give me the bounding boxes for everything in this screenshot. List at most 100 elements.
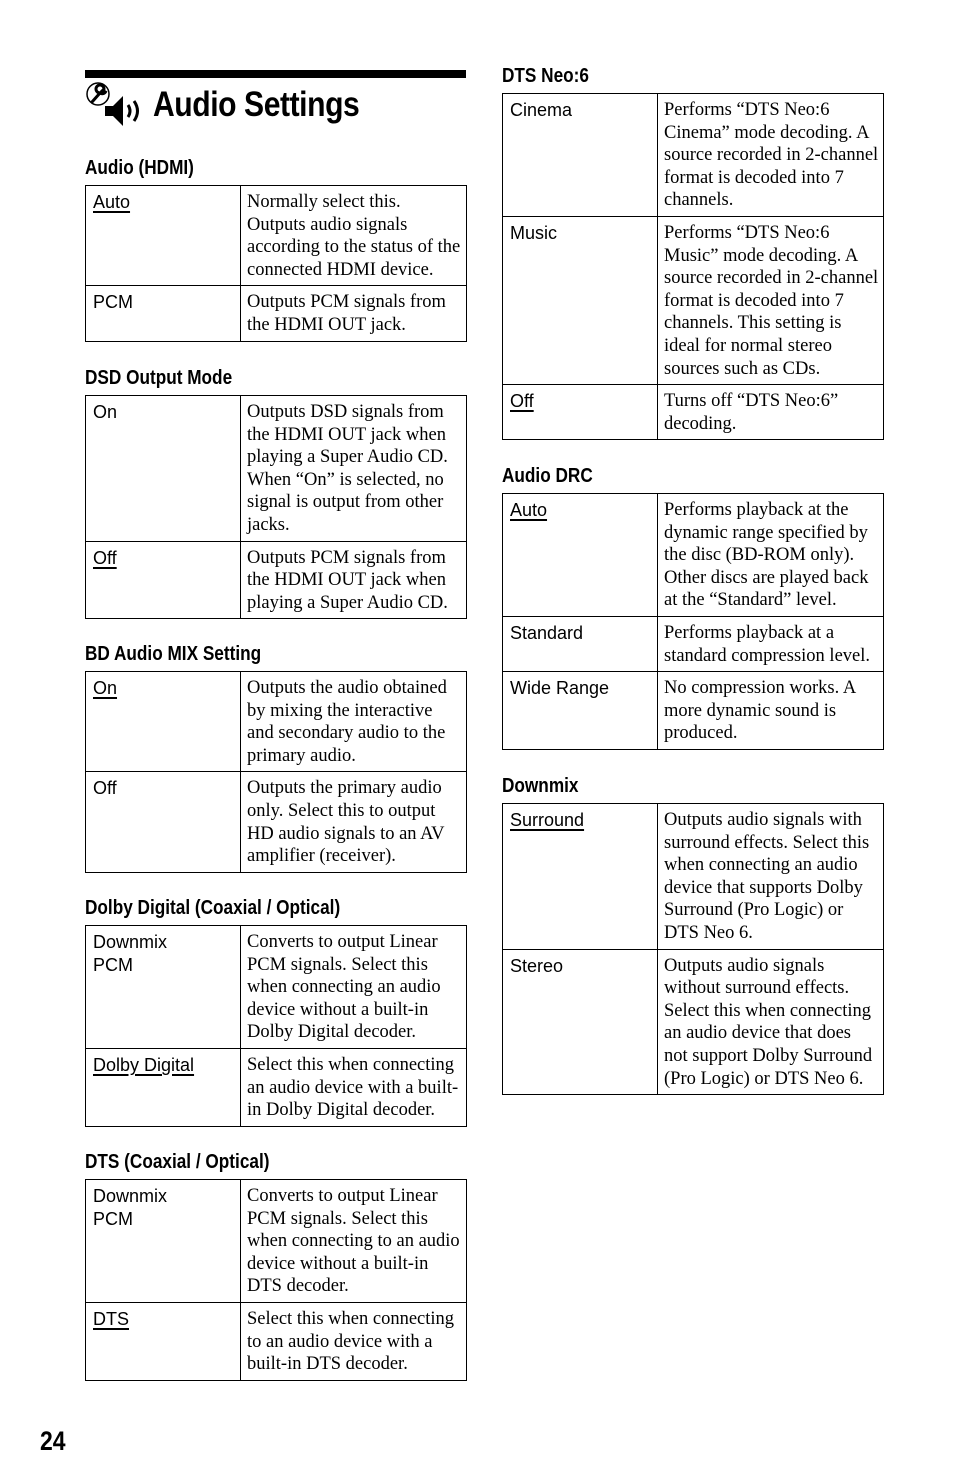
option-cell: Standard xyxy=(502,615,658,673)
table-row: Off Outputs PCM signals from the HDMI OUT… xyxy=(85,540,467,620)
option-cell: Wide Range xyxy=(502,671,658,750)
option-description: Select this when connecting to an audio … xyxy=(240,1301,467,1381)
option-description: Performs “DTS Neo:6 Music” mode decoding… xyxy=(657,215,884,386)
wrench-speaker-icon xyxy=(86,82,139,126)
section-audio-drc: Audio DRC Auto Performs playback at the d… xyxy=(502,463,884,750)
option-label-default: Auto xyxy=(510,500,548,520)
table-row: Off Turns off “DTS Neo:6” decoding. xyxy=(502,384,884,441)
option-cell: Auto xyxy=(85,184,241,287)
settings-table: Auto Performs playback at the dynamic ran… xyxy=(502,493,884,750)
option-cell: Music xyxy=(502,215,658,386)
option-description: Performs “DTS Neo:6 Cinema” mode decodin… xyxy=(657,93,884,217)
option-description: Outputs audio signals without surround e… xyxy=(657,948,884,1096)
option-description: Turns off “DTS Neo:6” decoding. xyxy=(657,384,884,441)
section-bd-audio-mix: BD Audio MIX Setting On Outputs the audio… xyxy=(85,641,467,873)
table-row: On Outputs the audio obtained by mixing t… xyxy=(85,670,467,773)
option-label: Wide Range xyxy=(510,678,610,699)
option-description: Performs playback at the dynamic range s… xyxy=(657,493,884,617)
section-audio-hdmi: Audio (HDMI) Auto Normally select this. O… xyxy=(85,155,467,342)
table-row: On Outputs DSD signals from the HDMI OUT … xyxy=(85,395,467,542)
option-description: Outputs the primary audio only. Select t… xyxy=(240,771,467,873)
option-cell: Off xyxy=(502,384,658,441)
section-heading: DTS Neo:6 xyxy=(502,65,589,87)
option-label: On xyxy=(93,402,118,422)
section-heading: DTS (Coaxial / Optical) xyxy=(85,1151,270,1173)
option-label-default: DTS xyxy=(93,1308,129,1329)
section-heading: BD Audio MIX Setting xyxy=(85,643,262,665)
option-description: Outputs audio signals with surround effe… xyxy=(657,803,884,950)
option-cell: PCM xyxy=(85,285,241,342)
table-row: Downmix PCM Converts to output Linear PCM… xyxy=(85,925,467,1049)
option-description: Select this when connecting an audio dev… xyxy=(240,1047,467,1127)
option-label-default: Dolby Digital xyxy=(93,1054,195,1075)
option-label-default: Off xyxy=(93,547,117,568)
option-cell: Dolby Digital xyxy=(85,1047,241,1127)
page-number: 24 xyxy=(40,1426,66,1456)
settings-table: Cinema Performs “DTS Neo:6 Cinema” mode d… xyxy=(502,93,884,441)
page-title: Audio Settings xyxy=(153,85,360,124)
option-label-default: Off xyxy=(510,391,534,412)
option-description: Converts to output Linear PCM signals. S… xyxy=(240,925,467,1049)
section-heading: Audio (HDMI) xyxy=(85,157,194,179)
option-label-default: On xyxy=(93,678,118,698)
option-cell: On xyxy=(85,670,241,773)
settings-table: Auto Normally select this. Outputs audio … xyxy=(85,184,467,342)
option-cell: Downmix PCM xyxy=(85,1179,241,1303)
option-cell: Cinema xyxy=(502,93,658,217)
section-heading: Downmix xyxy=(502,775,579,797)
option-description: Performs playback at a standard compress… xyxy=(657,615,884,673)
settings-table: Downmix PCM Converts to output Linear PCM… xyxy=(85,1179,467,1381)
table-row: Surround Outputs audio signals with surro… xyxy=(502,803,884,950)
option-label: Downmix PCM xyxy=(93,1186,168,1229)
option-cell: Auto xyxy=(502,493,658,617)
section-dolby-digital: Dolby Digital (Coaxial / Optical) Downmi… xyxy=(85,895,467,1127)
table-row: PCM Outputs PCM signals from the HDMI OUT… xyxy=(85,285,467,342)
section-heading: Audio DRC xyxy=(502,465,593,487)
section-dts-neo6: DTS Neo:6 Cinema Performs “DTS Neo:6 Cine… xyxy=(502,63,884,441)
option-label: Cinema xyxy=(510,100,573,120)
option-label: PCM xyxy=(93,292,133,313)
settings-table: On Outputs DSD signals from the HDMI OUT … xyxy=(85,395,467,620)
option-label: Downmix PCM xyxy=(93,932,168,975)
option-label: Stereo xyxy=(510,955,564,976)
table-row: Cinema Performs “DTS Neo:6 Cinema” mode d… xyxy=(502,93,884,217)
table-row: Auto Normally select this. Outputs audio … xyxy=(85,184,467,287)
option-cell: Downmix PCM xyxy=(85,925,241,1049)
option-description: Outputs the audio obtained by mixing the… xyxy=(240,670,467,773)
option-cell: On xyxy=(85,395,241,542)
page-header: Audio Settings xyxy=(85,80,393,130)
option-label: Standard xyxy=(510,622,584,643)
table-row: DTS Select this when connecting to an aud… xyxy=(85,1301,467,1381)
section-dts: DTS (Coaxial / Optical) Downmix PCM Conve… xyxy=(85,1149,467,1381)
option-description: Outputs PCM signals from the HDMI OUT ja… xyxy=(240,285,467,342)
option-description: Normally select this. Outputs audio sign… xyxy=(240,184,467,287)
option-cell: Off xyxy=(85,771,241,873)
option-description: Outputs DSD signals from the HDMI OUT ja… xyxy=(240,395,467,542)
table-row: Dolby Digital Select this when connecting… xyxy=(85,1047,467,1127)
table-row: Wide Range No compression works. A more d… xyxy=(502,671,884,750)
settings-table: On Outputs the audio obtained by mixing t… xyxy=(85,670,467,873)
settings-table: Downmix PCM Converts to output Linear PCM… xyxy=(85,925,467,1127)
table-row: Downmix PCM Converts to output Linear PCM… xyxy=(85,1179,467,1303)
section-heading: DSD Output Mode xyxy=(85,367,233,389)
option-description: Outputs PCM signals from the HDMI OUT ja… xyxy=(240,540,467,620)
settings-table: Surround Outputs audio signals with surro… xyxy=(502,803,884,1096)
option-cell: Surround xyxy=(502,803,658,950)
section-heading: Dolby Digital (Coaxial / Optical) xyxy=(85,897,341,919)
table-row: Standard Performs playback at a standard … xyxy=(502,615,884,673)
table-row: Stereo Outputs audio signals without surr… xyxy=(502,948,884,1096)
option-description: Converts to output Linear PCM signals. S… xyxy=(240,1179,467,1303)
table-row: Auto Performs playback at the dynamic ran… xyxy=(502,493,884,617)
option-description: No compression works. A more dynamic sou… xyxy=(657,671,884,750)
title-rule xyxy=(85,70,466,78)
option-label-default: Auto xyxy=(93,192,131,212)
option-cell: DTS xyxy=(85,1301,241,1381)
table-row: Music Performs “DTS Neo:6 Music” mode dec… xyxy=(502,215,884,386)
option-label: Music xyxy=(510,222,558,243)
section-dsd-output-mode: DSD Output Mode On Outputs DSD signals fr… xyxy=(85,365,467,620)
option-label: Off xyxy=(93,778,117,799)
option-cell: Off xyxy=(85,540,241,620)
section-downmix: Downmix Surround Outputs audio signals wi… xyxy=(502,773,884,1096)
option-label-default: Surround xyxy=(510,810,585,830)
option-cell: Stereo xyxy=(502,948,658,1096)
